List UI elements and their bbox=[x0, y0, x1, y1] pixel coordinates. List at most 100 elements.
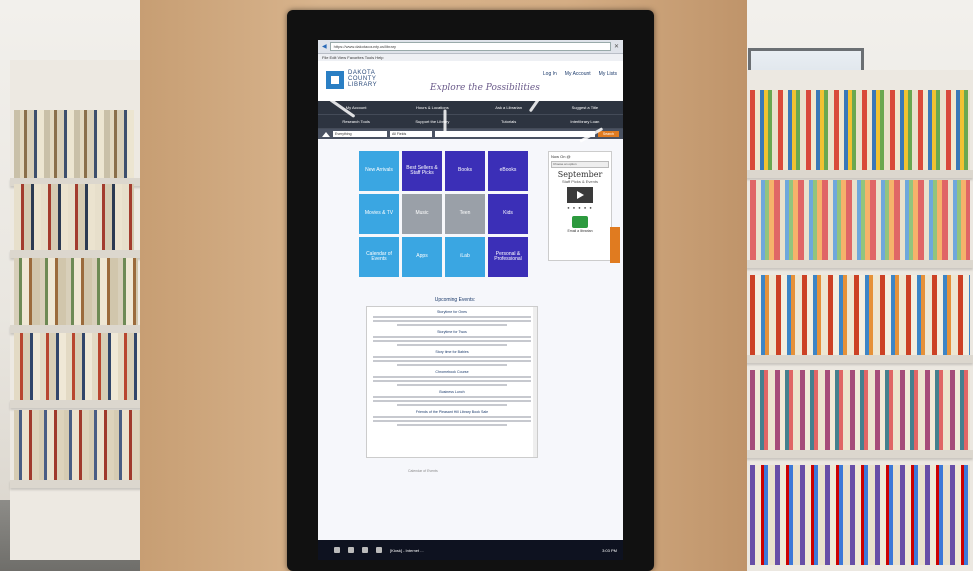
books bbox=[750, 370, 970, 450]
event-detail-line bbox=[373, 376, 531, 378]
tile-personal-professional[interactable]: Personal & Professional bbox=[488, 237, 528, 277]
event-detail-line bbox=[396, 424, 508, 426]
event-detail-line bbox=[373, 380, 531, 382]
nav-interlibrary-loan[interactable]: Interlibrary Loan bbox=[546, 115, 623, 129]
search-button[interactable]: Search bbox=[597, 131, 619, 137]
event-item[interactable]: Chromebook Course bbox=[373, 370, 531, 386]
email-icon[interactable] bbox=[572, 216, 588, 228]
event-item[interactable]: Business Lunch bbox=[373, 390, 531, 406]
nav-support-library[interactable]: Support the Library bbox=[394, 115, 471, 129]
event-item[interactable]: Storytime for Twos bbox=[373, 330, 531, 346]
shelf-plank bbox=[10, 400, 160, 408]
event-item[interactable]: Storytime for Ones bbox=[373, 310, 531, 326]
shelf-plank bbox=[740, 450, 973, 458]
feedback-tab[interactable] bbox=[610, 227, 620, 263]
photo-scene: ◀ https://www.dakotacounty.us/library ✕ … bbox=[0, 0, 973, 571]
light-reflection bbox=[443, 109, 447, 134]
event-detail-line bbox=[396, 344, 508, 346]
books bbox=[750, 275, 970, 355]
event-detail-line bbox=[373, 400, 531, 402]
tile-ebooks[interactable]: eBooks bbox=[488, 151, 528, 191]
event-detail-line bbox=[373, 360, 531, 362]
slider-dots[interactable]: ● ● ● ● ● bbox=[549, 205, 611, 210]
event-name[interactable]: Storytime for Twos bbox=[373, 330, 531, 334]
shelf-plank bbox=[10, 325, 160, 333]
search-field-select[interactable]: All Fields bbox=[390, 131, 432, 137]
books bbox=[14, 258, 138, 325]
event-item[interactable]: Friends of the Pleasant Hill Library Boo… bbox=[373, 410, 531, 426]
tagline: Explore the Possibilities bbox=[430, 83, 540, 93]
event-detail-line bbox=[373, 340, 531, 342]
taskbar-window[interactable]: [Kiosk] - Internet ... bbox=[390, 548, 424, 553]
kiosk-screen: ◀ https://www.dakotacounty.us/library ✕ … bbox=[318, 40, 623, 540]
events-list[interactable]: Storytime for Ones Storytime for Twos Stor… bbox=[366, 306, 538, 458]
books bbox=[14, 333, 140, 400]
library-logo-icon[interactable] bbox=[326, 71, 344, 89]
category-tiles: New Arrivals Best Sellers & Staff Picks Bo… bbox=[359, 151, 528, 277]
close-icon[interactable]: ✕ bbox=[614, 43, 619, 50]
tile-kids[interactable]: Kids bbox=[488, 194, 528, 234]
event-name[interactable]: Business Lunch bbox=[373, 390, 531, 394]
event-detail-line bbox=[373, 396, 531, 398]
tile-new-arrivals[interactable]: New Arrivals bbox=[359, 151, 399, 191]
tile-ilab[interactable]: iLab bbox=[445, 237, 485, 277]
search-input[interactable] bbox=[435, 131, 595, 137]
event-detail-line bbox=[396, 324, 508, 326]
task-view-icon[interactable] bbox=[362, 547, 368, 553]
event-detail-line bbox=[373, 320, 531, 322]
panel-select[interactable]: Choose an option bbox=[551, 161, 609, 168]
footer-text[interactable]: Calendar of Events bbox=[408, 469, 438, 473]
taskbar-clock[interactable]: 3:03 PM bbox=[602, 548, 617, 553]
tile-best-sellers-staff-picks[interactable]: Best Sellers & Staff Picks bbox=[402, 151, 442, 191]
browser-icon[interactable] bbox=[376, 547, 382, 553]
my-account-link[interactable]: My Account bbox=[565, 71, 591, 77]
events-scrollbar[interactable] bbox=[533, 307, 537, 457]
event-name[interactable]: Storytime for Ones bbox=[373, 310, 531, 314]
event-name[interactable]: Story time for Babies bbox=[373, 350, 531, 354]
upcoming-events: Upcoming Events: Storytime for Ones Story… bbox=[366, 297, 544, 458]
event-name[interactable]: Friends of the Pleasant Hill Library Boo… bbox=[373, 410, 531, 414]
tile-movies-tv[interactable]: Movies & TV bbox=[359, 194, 399, 234]
nav-tutorials[interactable]: Tutorials bbox=[470, 115, 547, 129]
books bbox=[14, 410, 142, 480]
shelf-plank bbox=[740, 170, 973, 178]
nav-suggest-title[interactable]: Suggest a Title bbox=[546, 101, 623, 115]
event-item[interactable]: Story time for Babies bbox=[373, 350, 531, 366]
play-icon[interactable] bbox=[567, 187, 593, 203]
tile-teen[interactable]: Teen bbox=[445, 194, 485, 234]
event-detail-line bbox=[396, 384, 508, 386]
nav-research-tools[interactable]: Research Tools bbox=[318, 115, 395, 129]
my-lists-link[interactable]: My Lists bbox=[599, 71, 617, 77]
event-detail-line bbox=[373, 336, 531, 338]
event-name[interactable]: Chromebook Course bbox=[373, 370, 531, 374]
tile-books[interactable]: Books bbox=[445, 151, 485, 191]
shelf-plank bbox=[740, 355, 973, 363]
main-content: New Arrivals Best Sellers & Staff Picks Bo… bbox=[318, 139, 623, 539]
search-scope-select[interactable]: Everything bbox=[333, 131, 387, 137]
books bbox=[750, 465, 970, 565]
event-detail-line bbox=[373, 316, 531, 318]
home-icon[interactable] bbox=[322, 131, 330, 137]
search-bar: Everything All Fields Search bbox=[318, 129, 623, 139]
browser-toolbar: ◀ https://www.dakotacounty.us/library ✕ bbox=[318, 40, 623, 54]
tile-apps[interactable]: Apps bbox=[402, 237, 442, 277]
shelf-plank bbox=[10, 250, 160, 258]
address-bar[interactable]: https://www.dakotacounty.us/library bbox=[329, 42, 611, 51]
left-bookshelf bbox=[10, 60, 160, 560]
nav-my-account[interactable]: My Account bbox=[318, 101, 395, 115]
email-label[interactable]: Email a librarian bbox=[549, 229, 611, 233]
nav-hours-locations[interactable]: Hours & Locations bbox=[394, 101, 471, 115]
shelf-plank bbox=[10, 480, 160, 488]
library-logo-text[interactable]: DAKOTA COUNTY LIBRARY bbox=[348, 70, 377, 88]
start-icon[interactable] bbox=[334, 547, 340, 553]
back-icon[interactable]: ◀ bbox=[322, 43, 327, 50]
tile-calendar-of-events[interactable]: Calendar of Events bbox=[359, 237, 399, 277]
menu-bar[interactable]: File Edit View Favorites Tools Help bbox=[318, 54, 623, 61]
books bbox=[14, 184, 134, 250]
tile-music[interactable]: Music bbox=[402, 194, 442, 234]
event-detail-line bbox=[373, 356, 531, 358]
books bbox=[750, 90, 970, 170]
panel-heading: Now On @ bbox=[551, 154, 571, 159]
right-bookshelf bbox=[740, 70, 973, 571]
search-icon[interactable] bbox=[348, 547, 354, 553]
